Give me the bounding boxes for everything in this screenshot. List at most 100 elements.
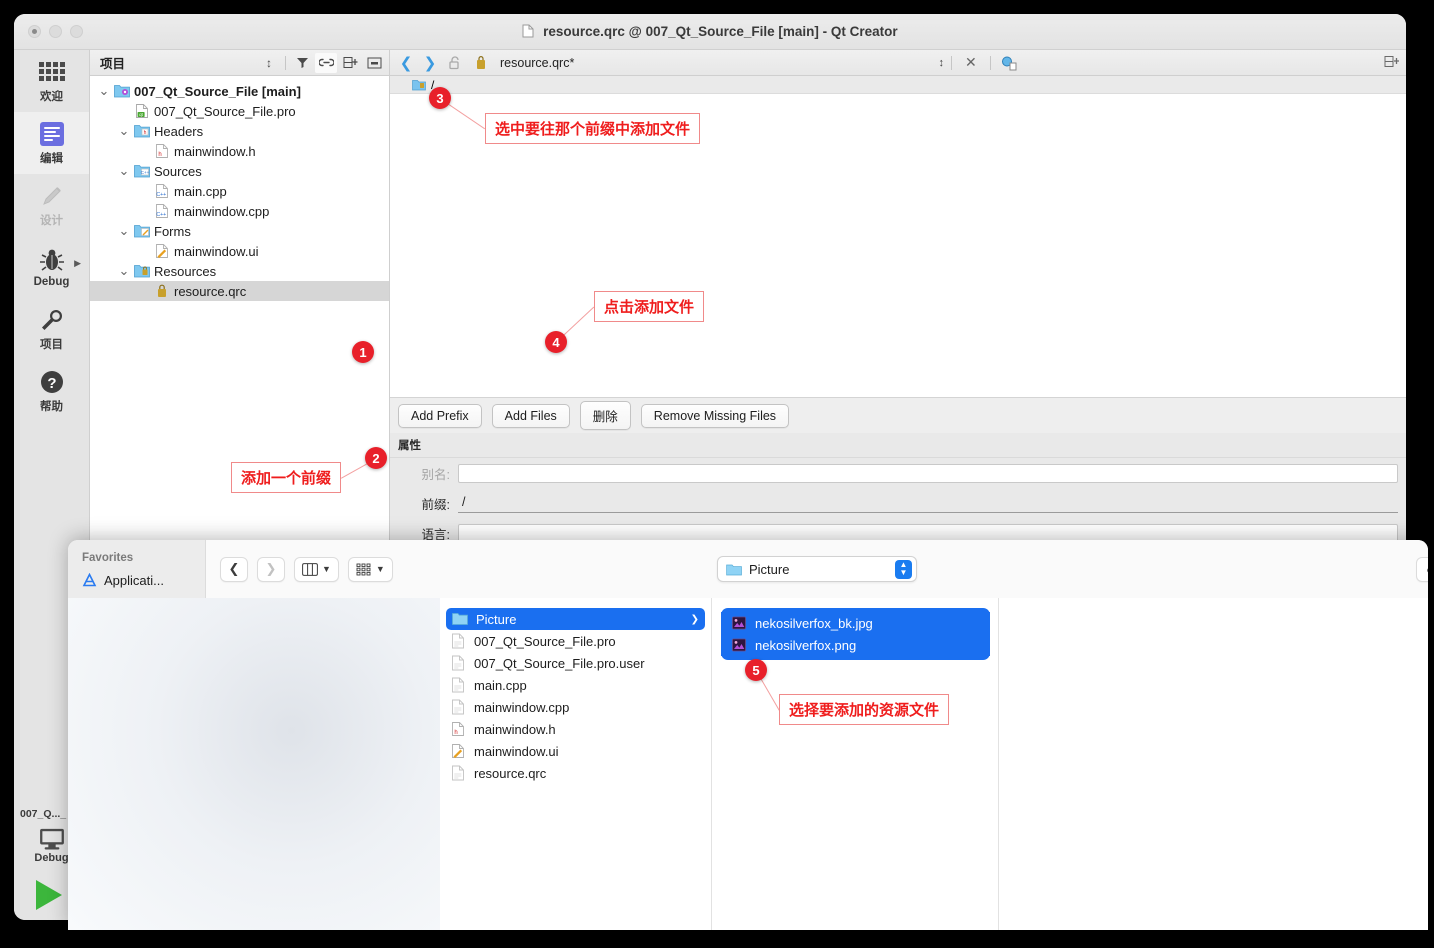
- add-prefix-button[interactable]: Add Prefix: [398, 403, 482, 428]
- sidebar-item-debug[interactable]: ▶ Debug: [14, 236, 89, 298]
- list-item[interactable]: main.cpp: [440, 674, 711, 696]
- annotation-note-3: 选中要往那个前缀中添加文件: [485, 113, 701, 144]
- list-item[interactable]: resource.qrc: [440, 762, 711, 784]
- finder-sidebar-section: Favorites: [82, 552, 134, 564]
- list-item[interactable]: h mainwindow.h: [440, 718, 711, 740]
- list-item-label: nekosilverfox_bk.jpg: [755, 615, 873, 631]
- sidebar-item-applications[interactable]: Applicati...: [68, 570, 205, 591]
- finder-extra-button[interactable]: ●: [1416, 556, 1428, 582]
- find-usages-icon[interactable]: [998, 53, 1020, 73]
- svg-text:h: h: [144, 130, 147, 136]
- nav-back-icon[interactable]: ❮: [396, 54, 416, 72]
- list-item[interactable]: nekosilverfox.png: [721, 634, 990, 656]
- qrc-file-icon: [470, 53, 492, 73]
- split-add-icon[interactable]: [339, 53, 361, 73]
- tree-item-mainwindow-ui[interactable]: mainwindow.ui: [90, 241, 389, 261]
- tree-item-forms[interactable]: ⌄ Forms: [90, 221, 389, 241]
- annotation-badge-1: 1: [352, 341, 374, 363]
- split-editor-icon[interactable]: [1384, 55, 1400, 71]
- bug-icon: [39, 247, 65, 273]
- list-item-label: nekosilverfox.png: [755, 637, 857, 653]
- sidebar-item-edit[interactable]: 编辑: [14, 112, 89, 174]
- close-window-button[interactable]: [28, 25, 41, 38]
- chevron-down-icon[interactable]: ⌄: [118, 164, 130, 177]
- nav-forward-icon[interactable]: ❯: [420, 54, 440, 72]
- svg-text:C++: C++: [141, 170, 150, 175]
- finder-preview-blur-area: [68, 598, 440, 930]
- list-item[interactable]: nekosilverfox_bk.jpg: [721, 612, 990, 634]
- annotation-note-5: 选择要添加的资源文件: [779, 694, 950, 725]
- list-item[interactable]: Picture ❯: [446, 608, 705, 630]
- link-icon[interactable]: [315, 52, 337, 73]
- minimize-panel-icon[interactable]: [363, 53, 385, 73]
- remove-missing-files-button[interactable]: Remove Missing Files: [640, 403, 790, 428]
- sort-icon[interactable]: ↕: [258, 53, 280, 73]
- tree-item-resource-qrc[interactable]: resource.qrc: [90, 281, 389, 301]
- remove-button[interactable]: 删除: [579, 401, 631, 430]
- chevron-right-icon[interactable]: ▶: [74, 258, 81, 269]
- tree-item-resources[interactable]: ⌄ Resources: [90, 261, 389, 281]
- editor-filename[interactable]: resource.qrc*: [500, 56, 574, 70]
- ui-file-icon: [452, 744, 464, 759]
- tree-item-007-qt-source-file-main[interactable]: ⌄ 007_Qt_Source_File [main]: [90, 81, 389, 101]
- minimize-window-button[interactable]: [49, 25, 62, 38]
- list-item[interactable]: 007_Qt_Source_File.pro.user: [440, 652, 711, 674]
- tree-item-main-cpp[interactable]: C++ main.cpp: [90, 181, 389, 201]
- sources-folder-icon: C++: [134, 165, 150, 178]
- column-view-button[interactable]: ▼: [294, 556, 339, 582]
- annotation-badge-2: 2: [365, 447, 387, 469]
- prefix-field[interactable]: /: [458, 494, 1398, 513]
- path-popup-button[interactable]: Picture ▲ ▼: [717, 556, 917, 582]
- mode-label-design: 设计: [40, 214, 63, 227]
- chevron-down-icon[interactable]: ⌄: [118, 224, 130, 237]
- list-item[interactable]: mainwindow.ui: [440, 740, 711, 762]
- add-files-button[interactable]: Add Files: [491, 403, 570, 428]
- filter-icon[interactable]: [291, 53, 313, 73]
- group-view-button[interactable]: ▼: [347, 556, 393, 582]
- tree-item-007-qt-source-file-pro[interactable]: qt 007_Qt_Source_File.pro: [90, 101, 389, 121]
- qrc-file-icon: [154, 283, 170, 299]
- tree-item-mainwindow-h[interactable]: h mainwindow.h: [90, 141, 389, 161]
- tree-item-label: 007_Qt_Source_File.pro: [154, 103, 296, 119]
- image-file-icon: [731, 637, 747, 653]
- mode-label-welcome: 欢迎: [40, 90, 63, 103]
- finder-column-2[interactable]: nekosilverfox_bk.jpg nekosilverfox.png: [713, 598, 999, 930]
- project-tree[interactable]: ⌄ 007_Qt_Source_File [main] qt 007_Qt_Sourc…: [90, 76, 389, 301]
- h-file-icon: h: [154, 143, 170, 159]
- list-item[interactable]: mainwindow.cpp: [440, 696, 711, 718]
- tree-item-headers[interactable]: ⌄ h Headers: [90, 121, 389, 141]
- applications-icon: [82, 573, 97, 587]
- tree-item-label: resource.qrc: [174, 283, 247, 299]
- sidebar-item-design[interactable]: 设计: [14, 174, 89, 236]
- tree-item-mainwindow-cpp[interactable]: C++ mainwindow.cpp: [90, 201, 389, 221]
- generic-file-icon: [452, 633, 464, 649]
- unlock-icon[interactable]: [444, 53, 466, 73]
- sidebar-item-help[interactable]: ? 帮助: [14, 360, 89, 422]
- chevron-down-icon[interactable]: ⌄: [98, 84, 110, 97]
- run-play-button[interactable]: [36, 880, 62, 910]
- alias-field[interactable]: [458, 463, 1398, 483]
- pro-file-icon: qt: [136, 104, 148, 118]
- selected-files-group[interactable]: nekosilverfox_bk.jpg nekosilverfox.png: [721, 608, 990, 660]
- generic-file-icon: [452, 655, 464, 671]
- qrc-prefix-row[interactable]: /: [390, 76, 1406, 94]
- close-editor-icon[interactable]: ✕: [959, 54, 983, 71]
- chevron-down-icon[interactable]: ⌄: [118, 124, 130, 137]
- tree-item-sources[interactable]: ⌄ C++ Sources: [90, 161, 389, 181]
- editor-stepper-icon[interactable]: ↕: [939, 57, 945, 69]
- maximize-window-button[interactable]: [70, 25, 83, 38]
- annotation-badge-4: 4: [545, 331, 567, 353]
- resources-folder-icon: [134, 263, 150, 279]
- tree-item-label: Resources: [154, 263, 217, 279]
- sidebar-item-projects[interactable]: 项目: [14, 298, 89, 360]
- finder-forward-button[interactable]: ❯: [257, 556, 285, 582]
- list-item[interactable]: 007_Qt_Source_File.pro: [440, 630, 711, 652]
- chevron-down-icon[interactable]: ⌄: [118, 264, 130, 277]
- finder-column-1[interactable]: Picture ❯ 007_Qt_Source_File.pro 007_Qt_Sou…: [440, 598, 712, 930]
- traffic-lights[interactable]: [14, 25, 83, 38]
- finder-back-button[interactable]: ❮: [220, 556, 248, 582]
- sidebar-item-welcome[interactable]: 欢迎: [14, 50, 89, 112]
- alias-field-label: 别名:: [421, 467, 450, 482]
- list-item-label: Picture: [476, 611, 517, 627]
- tree-item-label: mainwindow.cpp: [174, 203, 270, 219]
